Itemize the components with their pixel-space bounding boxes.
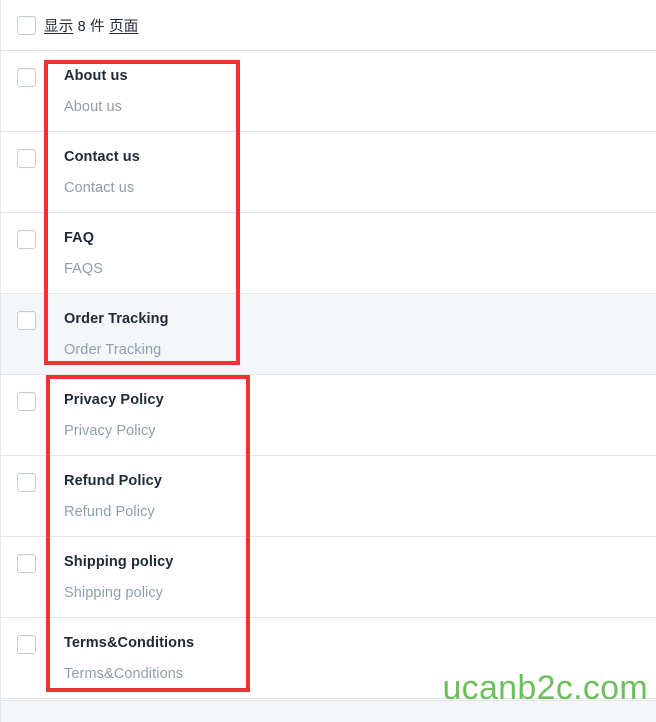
row-checkbox-cell[interactable] [0,51,44,87]
row-checkbox[interactable] [16,392,36,411]
select-all-checkbox-cell[interactable] [0,15,44,35]
row-content: About us About us [44,51,128,117]
table-row[interactable]: Privacy Policy Privacy Policy [0,375,656,456]
row-checkbox[interactable] [16,68,36,87]
row-checkbox[interactable] [16,635,36,654]
row-checkbox-cell[interactable] [0,375,44,411]
row-content: Privacy Policy Privacy Policy [44,375,164,441]
row-checkbox[interactable] [16,230,36,249]
card-left-border [0,0,1,722]
row-title[interactable]: Privacy Policy [64,390,164,410]
row-content: Order Tracking Order Tracking [44,294,169,360]
row-checkbox-cell[interactable] [0,294,44,330]
table-row[interactable]: Order Tracking Order Tracking [0,294,656,375]
row-content: Shipping policy Shipping policy [44,537,173,603]
row-title[interactable]: Refund Policy [64,471,162,491]
row-content: FAQ FAQS [44,213,103,279]
row-title[interactable]: Contact us [64,147,140,167]
row-subtitle: Order Tracking [64,342,162,358]
table-row[interactable]: FAQ FAQS [0,213,656,294]
row-title[interactable]: Terms&Conditions [64,633,194,653]
list-header-bulk-actions: 显示 8 件 页面 [0,0,656,51]
row-subtitle: Terms&Conditions [64,666,184,682]
row-subtitle: Shipping policy [64,585,164,601]
table-row[interactable]: About us About us [0,51,656,132]
row-checkbox-cell[interactable] [0,132,44,168]
row-title[interactable]: FAQ [64,228,103,248]
row-content: Refund Policy Refund Policy [44,456,162,522]
row-subtitle: Contact us [64,180,135,196]
row-checkbox[interactable] [16,311,36,330]
row-checkbox-cell[interactable] [0,456,44,492]
row-subtitle: Privacy Policy [64,423,156,439]
table-row[interactable]: Contact us Contact us [0,132,656,213]
summary-noun: 页面 [109,18,139,35]
row-checkbox-cell[interactable] [0,213,44,249]
row-subtitle: FAQS [64,261,104,277]
row-subtitle: Refund Policy [64,504,155,520]
row-title[interactable]: Shipping policy [64,552,173,572]
row-content: Terms&Conditions Terms&Conditions [44,618,194,684]
row-title[interactable]: About us [64,66,128,86]
row-checkbox-cell[interactable] [0,618,44,654]
list-summary-label: 显示 8 件 页面 [44,15,138,36]
row-content: Contact us Contact us [44,132,140,198]
row-title[interactable]: Order Tracking [64,309,169,329]
select-all-checkbox[interactable] [16,15,36,35]
table-row[interactable]: Shipping policy Shipping policy [0,537,656,618]
pages-list: About us About us Contact us Contact us … [0,51,656,699]
row-checkbox-cell[interactable] [0,537,44,573]
row-subtitle: About us [64,99,123,115]
pages-list-screen: 显示 8 件 页面 About us About us Contact us C… [0,0,656,722]
row-checkbox[interactable] [16,149,36,168]
watermark: ucanb2c.com [442,669,648,707]
summary-unit: 件 [90,18,105,35]
row-checkbox[interactable] [16,554,36,573]
summary-prefix: 显示 [44,18,74,35]
table-row[interactable]: Refund Policy Refund Policy [0,456,656,537]
row-checkbox[interactable] [16,473,36,492]
summary-count: 8 [77,18,86,35]
